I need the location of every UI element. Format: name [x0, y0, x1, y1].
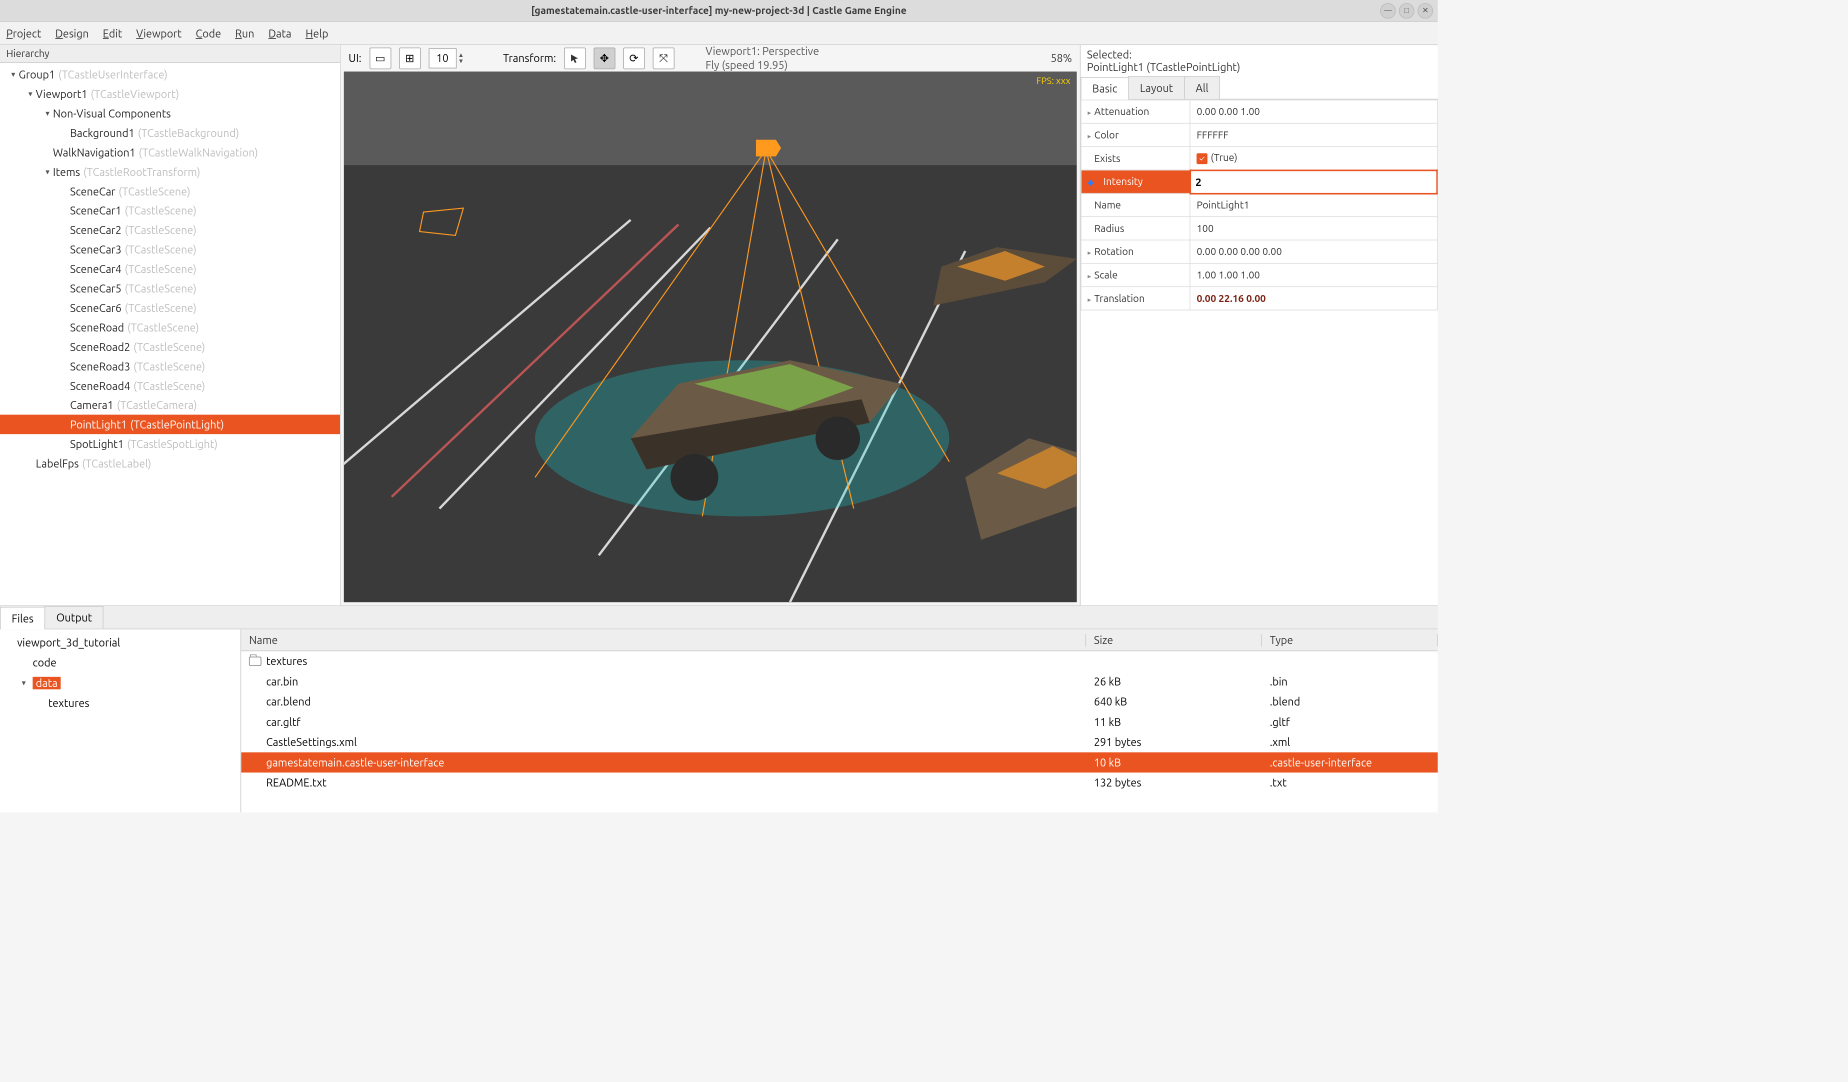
viewport-nav-info: Fly (speed 19.95) [705, 58, 819, 72]
viewport-toolbar: UI: ▭ ⊞ ▲▼ Transform: ✥ ⟳ ⤧ Viewport1: P… [341, 45, 1080, 71]
hierarchy-item[interactable]: SceneCar2(TCastleScene) [0, 220, 340, 239]
col-size-header[interactable]: Size [1086, 634, 1262, 646]
menu-edit[interactable]: Edit [103, 27, 122, 39]
property-row[interactable]: ◆▸Intensity [1081, 170, 1437, 193]
checkbox-icon[interactable]: ✓ [1197, 153, 1208, 164]
bottom-panel: FilesOutput viewport_3d_tutorialcode▾dat… [0, 605, 1438, 812]
hierarchy-panel: Hierarchy ▾Group1(TCastleUserInterface)▾… [0, 45, 341, 605]
ui-add-tool[interactable]: ⊞ [399, 47, 421, 69]
hierarchy-item[interactable]: SceneCar4(TCastleScene) [0, 259, 340, 278]
ui-label: UI: [349, 52, 362, 64]
minimize-icon[interactable]: — [1380, 3, 1396, 19]
menu-design[interactable]: Design [55, 27, 89, 39]
hierarchy-header: Hierarchy [0, 45, 340, 63]
menu-code[interactable]: Code [196, 27, 221, 39]
file-row[interactable]: gamestatemain.castle-user-interface10 kB… [241, 752, 1438, 772]
prop-tab-all[interactable]: All [1184, 76, 1220, 99]
hierarchy-item[interactable]: Camera1(TCastleCamera) [0, 395, 340, 414]
property-row[interactable]: ▸Attenuation0.00 0.00 1.00 [1081, 100, 1437, 123]
center-panel: UI: ▭ ⊞ ▲▼ Transform: ✥ ⟳ ⤧ Viewport1: P… [341, 45, 1080, 605]
bottom-tab-output[interactable]: Output [45, 606, 104, 629]
file-row[interactable]: textures [241, 651, 1438, 671]
menu-run[interactable]: Run [235, 27, 254, 39]
hierarchy-item[interactable]: WalkNavigation1(TCastleWalkNavigation) [0, 142, 340, 161]
hierarchy-item[interactable]: SceneRoad4(TCastleScene) [0, 376, 340, 395]
viewport-camera-info: Viewport1: Perspective [705, 44, 819, 58]
folder-icon [249, 657, 261, 666]
spinner-down-icon[interactable]: ▼ [458, 58, 464, 64]
hierarchy-item[interactable]: SceneCar6(TCastleScene) [0, 298, 340, 317]
menu-help[interactable]: Help [306, 27, 329, 39]
file-list[interactable]: texturescar.bin26 kB.bincar.blend640 kB.… [241, 651, 1438, 793]
hierarchy-item[interactable]: PointLight1(TCastlePointLight) [0, 415, 340, 434]
property-row[interactable]: ▸Rotation0.00 0.00 0.00 0.00 [1081, 240, 1437, 263]
file-row[interactable]: car.gltf11 kB.gltf [241, 712, 1438, 732]
hierarchy-item[interactable]: SceneRoad(TCastleScene) [0, 317, 340, 336]
property-row[interactable]: ▸Translation0.00 22.16 0.00 [1081, 287, 1437, 310]
scale-tool[interactable]: ⤧ [653, 47, 675, 69]
property-input[interactable] [1191, 172, 1436, 192]
hierarchy-item[interactable]: ▾Viewport1(TCastleViewport) [0, 84, 340, 103]
file-area: Name Size Type texturescar.bin26 kB.binc… [241, 629, 1438, 812]
selected-value: PointLight1 (TCastlePointLight) [1087, 61, 1432, 73]
hierarchy-item[interactable]: LabelFps(TCastleLabel) [0, 454, 340, 473]
menu-viewport[interactable]: Viewport [136, 27, 182, 39]
property-row[interactable]: ▸ColorFFFFFF [1081, 123, 1437, 146]
hierarchy-item[interactable]: SceneCar3(TCastleScene) [0, 240, 340, 259]
select-tool[interactable] [564, 47, 586, 69]
bottom-tabs: FilesOutput [0, 606, 1438, 629]
maximize-icon[interactable]: □ [1399, 3, 1415, 19]
file-header: Name Size Type [241, 629, 1438, 651]
property-table: ▸Attenuation0.00 0.00 1.00▸ColorFFFFFF▸E… [1081, 100, 1438, 311]
property-row[interactable]: ▸Radius100 [1081, 217, 1437, 240]
menubar: Project Design Edit Viewport Code Run Data Help [0, 22, 1438, 45]
close-icon[interactable]: ✕ [1418, 3, 1434, 19]
viewport-3d[interactable]: FPS: xxx [344, 72, 1077, 603]
zoom-label: 58% [1051, 52, 1072, 64]
ui-select-tool[interactable]: ▭ [369, 47, 391, 69]
window-title: [gamestatemain.castle-user-interface] my… [531, 5, 906, 16]
col-name-header[interactable]: Name [241, 634, 1086, 646]
file-row[interactable]: car.blend640 kB.blend [241, 692, 1438, 712]
selected-label: Selected: [1087, 48, 1432, 60]
hierarchy-item[interactable]: SceneCar(TCastleScene) [0, 181, 340, 200]
folder-item[interactable]: viewport_3d_tutorial [2, 633, 239, 653]
titlebar: [gamestatemain.castle-user-interface] my… [0, 0, 1438, 22]
menu-data[interactable]: Data [268, 27, 291, 39]
hierarchy-item[interactable]: SceneRoad2(TCastleScene) [0, 337, 340, 356]
hierarchy-item[interactable]: SceneRoad3(TCastleScene) [0, 356, 340, 375]
prop-tab-layout[interactable]: Layout [1128, 76, 1185, 99]
file-row[interactable]: README.txt132 bytes.txt [241, 773, 1438, 793]
inspector-panel: Selected: PointLight1 (TCastlePointLight… [1080, 45, 1438, 605]
snap-input[interactable] [428, 48, 456, 68]
file-row[interactable]: car.bin26 kB.bin [241, 671, 1438, 691]
property-tabs: BasicLayoutAll [1081, 76, 1438, 99]
menu-project[interactable]: Project [6, 27, 41, 39]
transform-label: Transform: [503, 52, 556, 64]
property-row[interactable]: ▸Exists✓(True) [1081, 147, 1437, 170]
file-row[interactable]: CastleSettings.xml291 bytes.xml [241, 732, 1438, 752]
folder-item[interactable]: ▾data [2, 673, 239, 693]
folder-item[interactable]: code [2, 653, 239, 673]
property-row[interactable]: ▸Scale1.00 1.00 1.00 [1081, 263, 1437, 286]
hierarchy-item[interactable]: Background1(TCastleBackground) [0, 123, 340, 142]
hierarchy-tree[interactable]: ▾Group1(TCastleUserInterface)▾Viewport1(… [0, 63, 340, 605]
fps-label: FPS: xxx [1036, 76, 1070, 86]
prop-tab-basic[interactable]: Basic [1081, 77, 1129, 100]
move-tool[interactable]: ✥ [593, 47, 615, 69]
hierarchy-item[interactable]: SceneCar1(TCastleScene) [0, 201, 340, 220]
hierarchy-item[interactable]: ▾Group1(TCastleUserInterface) [0, 65, 340, 84]
bottom-tab-files[interactable]: Files [0, 607, 45, 630]
hierarchy-item[interactable]: SceneCar5(TCastleScene) [0, 279, 340, 298]
property-row[interactable]: ▸NamePointLight1 [1081, 193, 1437, 216]
hierarchy-item[interactable]: ▾Non-Visual Components [0, 103, 340, 122]
hierarchy-item[interactable]: SpotLight1(TCastleSpotLight) [0, 434, 340, 453]
folder-item[interactable]: textures [2, 693, 239, 713]
hierarchy-item[interactable]: ▾Items(TCastleRootTransform) [0, 162, 340, 181]
folder-tree[interactable]: viewport_3d_tutorialcode▾datatextures [0, 629, 241, 812]
rotate-tool[interactable]: ⟳ [623, 47, 645, 69]
col-type-header[interactable]: Type [1262, 634, 1438, 646]
